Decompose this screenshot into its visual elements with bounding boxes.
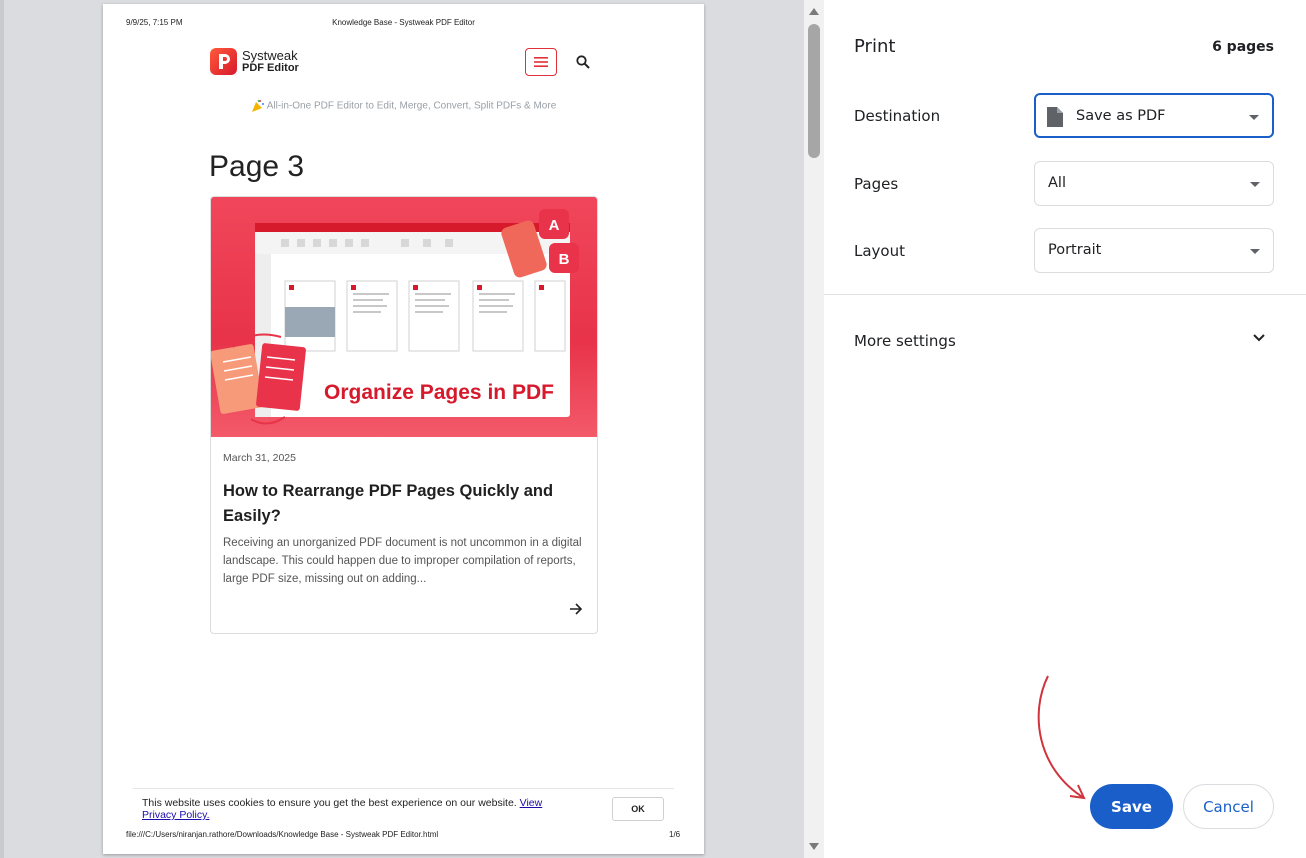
systweak-logo: Systweak PDF Editor xyxy=(210,48,299,75)
page-footer-number: 1/6 xyxy=(669,830,681,839)
destination-select[interactable]: Save as PDF xyxy=(1034,93,1274,138)
more-settings-label: More settings xyxy=(854,332,956,350)
pages-select[interactable]: All xyxy=(1034,161,1274,206)
logo-product: PDF Editor xyxy=(242,61,299,74)
dropdown-caret-icon xyxy=(1250,249,1260,254)
section-divider xyxy=(824,294,1306,295)
logo-name: Systweak xyxy=(242,47,298,63)
page-header-title: Knowledge Base - Systweak PDF Editor xyxy=(332,18,475,27)
preview-scrollbar[interactable] xyxy=(804,0,824,858)
article-thumbnail: A B Organize Pages in PDF xyxy=(211,197,597,437)
article-title: How to Rearrange PDF Pages Quickly and E… xyxy=(223,482,554,525)
more-settings-toggle[interactable]: More settings xyxy=(824,318,1306,364)
layout-value: Portrait xyxy=(1048,242,1102,258)
arrow-right-icon xyxy=(570,603,583,615)
scroll-down-arrow-icon[interactable] xyxy=(809,843,819,850)
thumbnail-caption: Organize Pages in PDF xyxy=(324,381,554,404)
pages-label: Pages xyxy=(854,175,899,193)
hamburger-icon xyxy=(534,57,548,67)
cookie-ok-button: OK xyxy=(612,797,664,821)
layout-select[interactable]: Portrait xyxy=(1034,228,1274,273)
page-footer-path: file:///C:/Users/niranjan.rathore/Downlo… xyxy=(126,830,439,839)
cookie-text: This website uses cookies to ensure you … xyxy=(142,797,517,809)
destination-value: Save as PDF xyxy=(1076,108,1166,124)
article-card: A B Organize Pages in PDF March 31, 2025… xyxy=(210,196,598,634)
logo-icon xyxy=(210,48,237,75)
print-preview-area: 9/9/25, 7:15 PM Knowledge Base - Systwea… xyxy=(0,0,804,858)
page-count: 6 pages xyxy=(1212,39,1274,55)
page-heading: Page 3 xyxy=(209,150,305,183)
dropdown-caret-icon xyxy=(1249,115,1259,120)
site-tagline: All-in-One PDF Editor to Edit, Merge, Co… xyxy=(103,99,704,113)
hamburger-menu-button xyxy=(525,48,557,76)
cookie-banner: This website uses cookies to ensure you … xyxy=(133,788,674,828)
search-icon xyxy=(576,55,590,69)
article-excerpt: Receiving an unorganized PDF document is… xyxy=(223,537,582,585)
dropdown-caret-icon xyxy=(1250,182,1260,187)
preview-page: 9/9/25, 7:15 PM Knowledge Base - Systwea… xyxy=(103,4,704,854)
cookie-message: This website uses cookies to ensure you … xyxy=(142,797,562,821)
svg-text:B: B xyxy=(559,251,570,268)
svg-text:A: A xyxy=(549,217,560,234)
tagline-text: All-in-One PDF Editor to Edit, Merge, Co… xyxy=(266,100,557,112)
cancel-button[interactable]: Cancel xyxy=(1183,784,1274,829)
annotation-arrow-icon xyxy=(1037,675,1086,800)
panel-title: Print xyxy=(854,36,896,57)
window-edge xyxy=(0,0,4,858)
chevron-down-icon[interactable] xyxy=(1252,333,1266,343)
document-icon xyxy=(1047,107,1063,127)
layout-label: Layout xyxy=(854,242,905,260)
scroll-up-arrow-icon[interactable] xyxy=(809,8,819,15)
destination-label: Destination xyxy=(854,107,941,125)
article-date: March 31, 2025 xyxy=(223,452,296,464)
pages-value: All xyxy=(1048,175,1066,191)
save-button[interactable]: Save xyxy=(1090,784,1173,829)
party-popper-icon xyxy=(251,99,264,112)
scrollbar-thumb[interactable] xyxy=(808,24,820,158)
